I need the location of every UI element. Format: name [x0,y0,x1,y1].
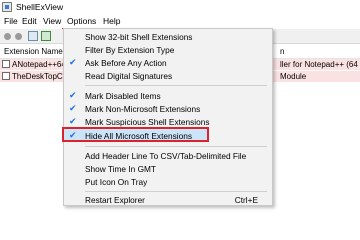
menu-item-label: Put Icon On Tray [85,177,148,187]
menu-item-show-gmt[interactable]: Show Time In GMT [64,162,272,175]
menu-edit[interactable]: Edit [22,16,37,26]
menu-item-label: Hide All Microsoft Extensions [85,131,192,141]
app-icon [2,2,12,12]
menu-item-label: Mark Disabled Items [85,91,161,101]
menu-item-mark-disabled[interactable]: ✔ Mark Disabled Items [64,89,272,102]
menu-item-show-32bit[interactable]: Show 32-bit Shell Extensions [64,30,272,43]
check-icon: ✔ [69,130,77,140]
check-icon: ✔ [69,90,77,100]
save-icon[interactable] [28,31,38,41]
check-icon: ✔ [69,57,77,67]
row-name: TheDeskTopCor [12,72,70,81]
row-description: ller for Notepad++ (64 ... [280,60,360,69]
menu-separator [85,85,267,86]
menu-item-label: Ask Before Any Action [85,58,167,68]
menu-file[interactable]: File [4,16,18,26]
menu-view[interactable]: View [43,16,61,26]
menu-item-mark-non-microsoft[interactable]: ✔ Mark Non-Microsoft Extensions [64,102,272,115]
menu-separator [85,191,267,192]
window-title: ShellExView [16,2,64,12]
menu-item-ask-before[interactable]: ✔ Ask Before Any Action [64,56,272,69]
check-icon: ✔ [69,116,77,126]
menu-separator [85,146,267,147]
menu-item-label: Mark Suspicious Shell Extensions [85,117,210,127]
menu-item-hide-microsoft[interactable]: ✔ Hide All Microsoft Extensions [64,129,272,142]
row-name: ANotepad++64 [12,60,66,69]
menu-item-filter-type[interactable]: Filter By Extension Type [64,43,272,56]
file-icon [2,60,10,68]
check-icon: ✔ [69,103,77,113]
menu-item-mark-suspicious[interactable]: ✔ Mark Suspicious Shell Extensions [64,115,272,128]
menu-item-shortcut: Ctrl+E [234,195,258,205]
menu-options[interactable]: Options [67,16,96,26]
enable-icon[interactable] [15,33,22,40]
options-dropdown-menu: Show 32-bit Shell Extensions Filter By E… [62,28,273,206]
menu-help[interactable]: Help [103,16,120,26]
menu-bar: File Edit View Options Help [0,14,360,43]
menu-item-label: Add Header Line To CSV/Tab-Delimited Fil… [85,151,247,161]
menu-item-add-header[interactable]: Add Header Line To CSV/Tab-Delimited Fil… [64,149,272,162]
menu-item-label: Restart Explorer [85,195,145,205]
column-extension-name[interactable]: Extension Name [4,47,63,56]
file-icon [2,72,10,80]
row-description: Module [280,72,307,81]
column-header-right[interactable]: n [280,47,284,56]
menu-item-label: Show 32-bit Shell Extensions [85,32,193,42]
menu-item-restart-explorer[interactable]: Restart Explorer Ctrl+E [64,193,272,206]
title-bar: ShellExView [0,0,360,14]
disable-icon[interactable] [4,33,11,40]
refresh-icon[interactable] [41,31,51,41]
menu-item-read-signatures[interactable]: Read Digital Signatures [64,69,272,82]
menu-item-label: Filter By Extension Type [85,45,175,55]
menu-item-tray-icon[interactable]: Put Icon On Tray [64,175,272,188]
menu-item-label: Show Time In GMT [85,164,157,174]
menu-item-label: Mark Non-Microsoft Extensions [85,104,201,114]
menu-item-label: Read Digital Signatures [85,71,173,81]
